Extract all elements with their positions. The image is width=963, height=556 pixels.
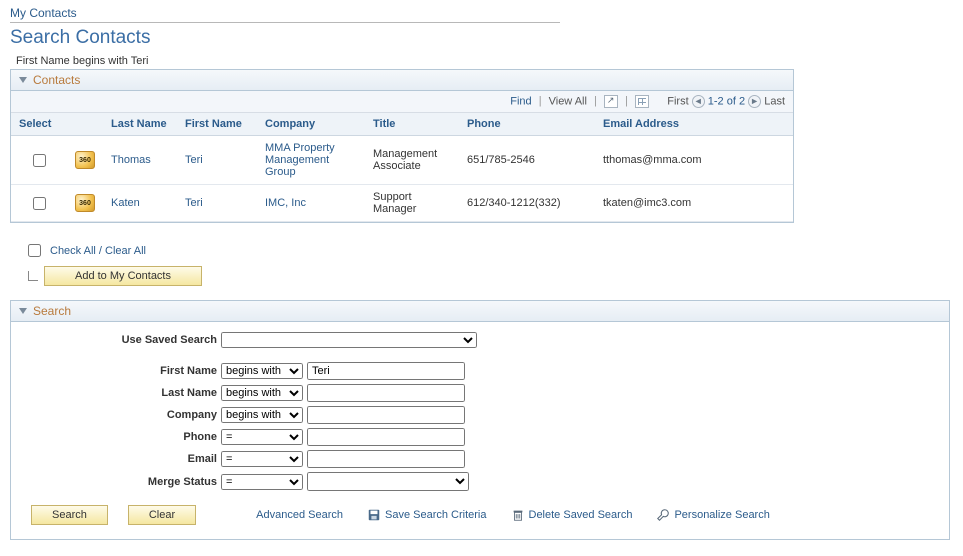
merge-status-select[interactable] bbox=[307, 472, 469, 491]
company-link[interactable]: IMC, Inc bbox=[265, 197, 306, 209]
popout-icon[interactable] bbox=[604, 95, 618, 108]
contacts-section: Contacts Find | View All | | First ◄ 1-2… bbox=[10, 69, 794, 223]
wrench-icon bbox=[656, 508, 670, 522]
grid-find-link[interactable]: Find bbox=[510, 95, 531, 107]
phone-label: Phone bbox=[25, 431, 221, 443]
use-saved-search-label: Use Saved Search bbox=[25, 334, 221, 346]
phone-cell: 612/340-1212(332) bbox=[459, 185, 595, 222]
grid-view-all[interactable]: View All bbox=[549, 95, 587, 107]
email-input[interactable] bbox=[307, 450, 465, 468]
table-row: 360 Katen Teri IMC, Inc Support Manager … bbox=[11, 185, 793, 222]
title-cell: Support Manager bbox=[365, 185, 459, 222]
360-icon[interactable]: 360 bbox=[75, 151, 95, 169]
last-name-link[interactable]: Katen bbox=[111, 197, 140, 209]
row-select-checkbox[interactable] bbox=[33, 154, 46, 167]
grid-first[interactable]: First bbox=[667, 95, 688, 107]
search-button[interactable]: Search bbox=[31, 505, 108, 525]
advanced-search-link[interactable]: Advanced Search bbox=[256, 509, 343, 521]
grid-range[interactable]: 1-2 of 2 bbox=[708, 95, 745, 107]
add-to-my-contacts-button[interactable]: Add to My Contacts bbox=[44, 266, 202, 286]
save-icon bbox=[367, 508, 381, 522]
search-section-title: Search bbox=[33, 304, 71, 318]
360-icon[interactable]: 360 bbox=[75, 194, 95, 212]
first-name-op[interactable]: begins with bbox=[221, 363, 303, 379]
company-op[interactable]: begins with bbox=[221, 407, 303, 423]
next-icon[interactable]: ► bbox=[748, 95, 761, 108]
save-search-label: Save Search Criteria bbox=[385, 509, 487, 521]
personalize-label: Personalize Search bbox=[674, 509, 769, 521]
first-name-label: First Name bbox=[25, 365, 221, 377]
col-phone[interactable]: Phone bbox=[459, 113, 595, 136]
phone-op[interactable]: = bbox=[221, 429, 303, 445]
email-cell: tthomas@mma.com bbox=[595, 136, 793, 185]
col-select[interactable]: Select bbox=[11, 113, 67, 136]
delete-saved-label: Delete Saved Search bbox=[529, 509, 633, 521]
email-label: Email bbox=[25, 453, 221, 465]
phone-cell: 651/785-2546 bbox=[459, 136, 595, 185]
grid-last[interactable]: Last bbox=[764, 95, 785, 107]
page-title: Search Contacts bbox=[10, 27, 953, 49]
col-last-name[interactable]: Last Name bbox=[103, 113, 177, 136]
contacts-section-title: Contacts bbox=[33, 73, 80, 87]
prev-icon[interactable]: ◄ bbox=[692, 95, 705, 108]
phone-input[interactable] bbox=[307, 428, 465, 446]
last-name-link[interactable]: Thomas bbox=[111, 154, 151, 166]
email-cell: tkaten@imc3.com bbox=[595, 185, 793, 222]
company-label: Company bbox=[25, 409, 221, 421]
tree-angle-icon bbox=[28, 271, 38, 281]
title-cell: Management Associate bbox=[365, 136, 459, 185]
first-name-link[interactable]: Teri bbox=[185, 154, 203, 166]
use-saved-search-select[interactable] bbox=[221, 332, 477, 348]
company-link[interactable]: MMA Property Management Group bbox=[265, 142, 335, 178]
grid-view-icon[interactable] bbox=[635, 95, 649, 108]
search-criteria-summary: First Name begins with Teri bbox=[16, 55, 953, 67]
search-section: Search Use Saved Search First Name begin… bbox=[10, 300, 950, 540]
col-company[interactable]: Company bbox=[257, 113, 365, 136]
company-input[interactable] bbox=[307, 406, 465, 424]
last-name-input[interactable] bbox=[307, 384, 465, 402]
trash-icon bbox=[511, 508, 525, 522]
table-row: 360 Thomas Teri MMA Property Management … bbox=[11, 136, 793, 185]
merge-status-op[interactable]: = bbox=[221, 474, 303, 490]
last-name-op[interactable]: begins with bbox=[221, 385, 303, 401]
row-select-checkbox[interactable] bbox=[33, 197, 46, 210]
save-search-criteria-link[interactable]: Save Search Criteria bbox=[367, 508, 487, 522]
col-first-name[interactable]: First Name bbox=[177, 113, 257, 136]
contacts-table: Select Last Name First Name Company Titl… bbox=[11, 113, 793, 222]
personalize-search-link[interactable]: Personalize Search bbox=[656, 508, 769, 522]
delete-saved-search-link[interactable]: Delete Saved Search bbox=[511, 508, 633, 522]
clear-button[interactable]: Clear bbox=[128, 505, 196, 525]
grid-nav-bar: Find | View All | | First ◄ 1-2 of 2 ► L… bbox=[11, 91, 793, 113]
merge-status-label: Merge Status bbox=[25, 476, 221, 488]
email-op[interactable]: = bbox=[221, 451, 303, 467]
check-all-link[interactable]: Check All / Clear All bbox=[50, 245, 146, 257]
first-name-link[interactable]: Teri bbox=[185, 197, 203, 209]
check-all-checkbox[interactable] bbox=[28, 244, 41, 257]
first-name-input[interactable] bbox=[307, 362, 465, 380]
col-email[interactable]: Email Address bbox=[595, 113, 793, 136]
last-name-label: Last Name bbox=[25, 387, 221, 399]
breadcrumb-my-contacts[interactable]: My Contacts bbox=[10, 6, 77, 20]
collapse-icon[interactable] bbox=[19, 77, 27, 83]
col-360 bbox=[67, 113, 103, 136]
col-title[interactable]: Title bbox=[365, 113, 459, 136]
collapse-icon[interactable] bbox=[19, 308, 27, 314]
